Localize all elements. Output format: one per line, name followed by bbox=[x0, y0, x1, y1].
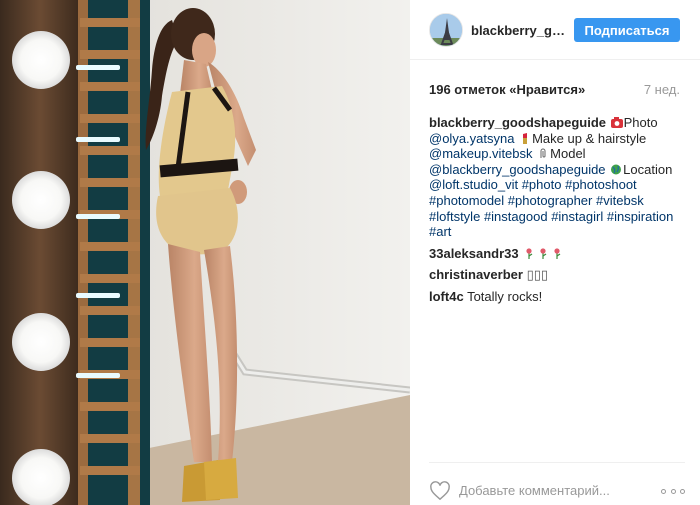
comment-item: christinaverber ▯▯▯ bbox=[429, 267, 685, 283]
flower-icon bbox=[554, 248, 561, 259]
caption-location-text: Location bbox=[623, 161, 673, 177]
comment-item: 33aleksandr33 bbox=[429, 246, 685, 262]
mention-link[interactable]: @loft.studio_vit bbox=[429, 177, 518, 192]
post-author-username[interactable]: blackberry_goodshapeguide bbox=[471, 23, 567, 38]
post-header: blackberry_goodshapeguide Подписаться bbox=[410, 0, 700, 60]
post-side-panel: blackberry_goodshapeguide Подписаться 19… bbox=[410, 0, 700, 505]
caption-model-text: Model bbox=[550, 146, 586, 162]
mention-link[interactable]: @olya.yatsyna bbox=[429, 131, 514, 146]
globe-icon bbox=[611, 164, 622, 175]
dot-icon bbox=[661, 488, 666, 494]
like-button[interactable] bbox=[429, 481, 451, 501]
camera-icon bbox=[610, 117, 623, 128]
comment-item: loft4c Totally rocks! bbox=[429, 289, 685, 305]
comment-text: Totally rocks! bbox=[467, 288, 543, 304]
hashtag-link[interactable]: #art bbox=[429, 224, 451, 239]
comments-list: blackberry_goodshapeguide Photo @olya.ya… bbox=[429, 115, 685, 311]
comment-bar bbox=[429, 462, 685, 505]
comment-text: ▯▯▯ bbox=[526, 267, 549, 283]
lipstick-icon bbox=[523, 132, 528, 144]
hashtag-link[interactable]: #inspiration bbox=[607, 209, 674, 224]
hashtag-link[interactable]: #photomodel bbox=[429, 193, 504, 208]
eiffel-tower-avatar-icon bbox=[430, 14, 462, 46]
hashtag-link[interactable]: #instagirl bbox=[551, 209, 603, 224]
likes-row: 196 отметок «Нравится» 7 нед. bbox=[429, 82, 680, 98]
mention-link[interactable]: @blackberry_goodshapeguide bbox=[429, 162, 606, 177]
hashtag-link[interactable]: #photo bbox=[522, 177, 562, 192]
hashtag-link[interactable]: #loftstyle bbox=[429, 209, 480, 224]
comment-author[interactable]: 33aleksandr33 bbox=[429, 246, 519, 261]
caption-photo-text: Photo bbox=[623, 115, 658, 130]
heart-icon bbox=[430, 481, 450, 501]
flower-icon bbox=[540, 248, 547, 259]
hashtag-link[interactable]: #vitebsk bbox=[596, 193, 644, 208]
hashtag-link[interactable]: #photoshoot bbox=[565, 177, 637, 192]
flower-icon bbox=[526, 248, 533, 259]
mention-link[interactable]: @makeup.vitebsk bbox=[429, 146, 533, 161]
paperclip-icon bbox=[540, 148, 546, 159]
photo-of-woman-in-studio bbox=[0, 0, 410, 505]
more-options-button[interactable] bbox=[661, 483, 685, 499]
follow-button[interactable]: Подписаться bbox=[574, 18, 680, 42]
likes-count[interactable]: 196 отметок «Нравится» bbox=[429, 82, 585, 97]
comment-author[interactable]: christinaverber bbox=[429, 267, 523, 282]
hashtag-link[interactable]: #instagood bbox=[484, 209, 548, 224]
avatar[interactable] bbox=[429, 13, 463, 47]
dot-icon bbox=[670, 488, 676, 494]
dot-icon bbox=[680, 488, 685, 494]
caption: blackberry_goodshapeguide Photo @olya.ya… bbox=[429, 115, 685, 240]
comment-author[interactable]: loft4c bbox=[429, 289, 464, 304]
hashtag-link[interactable]: #photographer bbox=[508, 193, 593, 208]
caption-makeup-text: Make up & hairstyle bbox=[532, 130, 647, 146]
post-timestamp[interactable]: 7 нед. bbox=[644, 82, 680, 97]
post-photo[interactable] bbox=[0, 0, 410, 505]
caption-author[interactable]: blackberry_goodshapeguide bbox=[429, 115, 606, 130]
comment-input[interactable] bbox=[459, 479, 645, 501]
